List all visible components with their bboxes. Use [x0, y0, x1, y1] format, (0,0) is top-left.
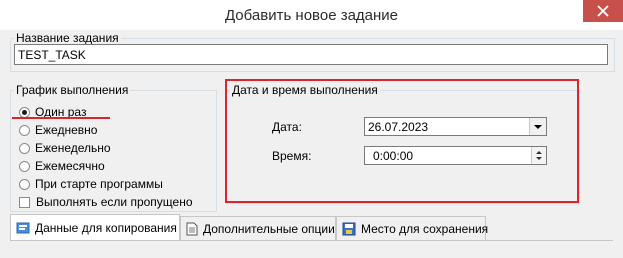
highlight-underline — [12, 117, 110, 119]
document-icon — [186, 222, 198, 235]
radio-daily-label: Ежедневно — [35, 123, 98, 137]
radio-monthly-label: Ежемесячно — [35, 159, 105, 173]
tab-save-location-label: Место для сохранения — [361, 221, 489, 236]
radio-indicator — [19, 178, 30, 190]
radio-indicator — [19, 160, 30, 172]
close-icon — [597, 5, 609, 17]
radio-weekly-label: Еженедельно — [35, 141, 111, 155]
radio-on-startup[interactable]: При старте программы — [19, 176, 163, 192]
tab-save-location[interactable]: Место для сохранения — [336, 216, 489, 240]
radio-on-startup-label: При старте программы — [35, 177, 163, 191]
checkbox-indicator — [19, 196, 30, 208]
schedule-label: График выполнения — [14, 83, 131, 97]
close-button[interactable] — [583, 0, 623, 22]
run-if-missed-checkbox[interactable]: Выполнять если пропущено — [19, 194, 193, 210]
data-icon — [16, 222, 30, 233]
radio-weekly[interactable]: Еженедельно — [19, 140, 111, 156]
tab-additional-options[interactable]: Дополнительные опции — [180, 216, 336, 240]
radio-indicator — [19, 106, 30, 118]
tab-additional-options-label: Дополнительные опции — [203, 221, 335, 236]
radio-indicator — [19, 142, 30, 154]
run-if-missed-label: Выполнять если пропущено — [36, 195, 193, 209]
title-bar: Добавить новое задание — [0, 0, 623, 30]
highlight-box — [225, 79, 579, 203]
task-name-input[interactable]: TEST_TASK — [14, 44, 608, 65]
tab-copy-data-label: Данные для копирования — [35, 220, 177, 235]
radio-indicator — [19, 124, 30, 136]
tab-strip-baseline — [10, 240, 613, 241]
save-location-icon — [342, 222, 356, 235]
radio-daily[interactable]: Ежедневно — [19, 122, 97, 138]
tab-copy-data[interactable]: Данные для копирования — [10, 214, 180, 240]
radio-monthly[interactable]: Ежемесячно — [19, 158, 105, 174]
task-name-label: Название задания — [14, 31, 121, 45]
window-title: Добавить новое задание — [224, 7, 399, 24]
